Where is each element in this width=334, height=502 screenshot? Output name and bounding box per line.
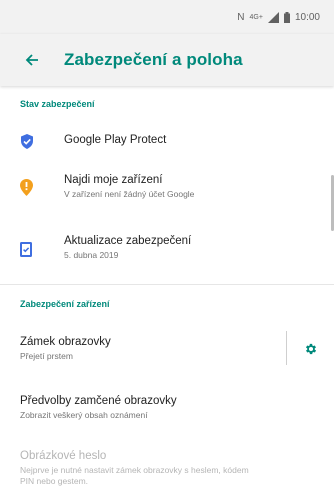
battery-icon — [283, 11, 290, 23]
item-summary: Zobrazit veškerý obsah oznámení — [20, 410, 148, 420]
list-item-security-update[interactable]: Aktualizace zabezpečení 5. dubna 2019 — [0, 228, 334, 276]
shield-icon — [20, 134, 34, 154]
section-divider — [0, 284, 334, 285]
list-item-find-my-device[interactable]: Najdi moje zařízení V zařízení není žádn… — [0, 166, 334, 214]
item-summary: 5. dubna 2019 — [64, 250, 119, 260]
page-title: Zabezpečení a poloha — [64, 50, 243, 69]
item-label: Najdi moje zařízení — [64, 174, 163, 186]
section-header-device-security: Zabezpečení zařízení — [20, 299, 110, 309]
item-label: Google Play Protect — [64, 134, 167, 146]
item-label: Zámek obrazovky — [20, 336, 111, 348]
location-icon — [20, 179, 33, 201]
app-bar: Zabezpečení a poloha — [0, 34, 334, 86]
vertical-divider — [286, 331, 287, 365]
clock: 10:00 — [294, 11, 320, 23]
network-type-label: 4G+ — [249, 13, 263, 21]
item-label: Předvolby zamčené obrazovky — [20, 395, 177, 407]
item-summary: V zařízení není žádný účet Google — [64, 189, 195, 199]
item-label: Obrázkové heslo — [20, 450, 107, 462]
screen-lock-settings-button[interactable] — [304, 342, 318, 361]
update-icon — [20, 242, 32, 262]
item-summary: Přejetí prstem — [20, 351, 73, 361]
item-summary-line-2: PIN nebo gestem. — [20, 476, 89, 486]
back-button[interactable] — [0, 34, 64, 86]
list-item-google-play-protect[interactable]: Google Play Protect — [0, 122, 334, 160]
item-summary-line-1: Nejprve je nutné nastavit zámek obrazovk… — [20, 465, 249, 475]
list-item-picture-password[interactable]: Obrázkové heslo Nejprve je nutné nastavi… — [0, 442, 334, 498]
gear-icon — [305, 343, 317, 355]
list-item-screen-lock[interactable]: Zámek obrazovky Přejetí prstem — [0, 324, 334, 374]
status-bar: N 4G+ 10:00 — [0, 0, 334, 34]
signal-icon — [267, 11, 279, 23]
section-header-security-status: Stav zabezpečení — [20, 99, 95, 109]
nfc-indicator: N — [237, 11, 245, 23]
arrow-back-icon — [25, 54, 38, 66]
list-item-lock-screen-preferences[interactable]: Předvolby zamčené obrazovky Zobrazit veš… — [0, 386, 334, 432]
item-label: Aktualizace zabezpečení — [64, 235, 192, 247]
